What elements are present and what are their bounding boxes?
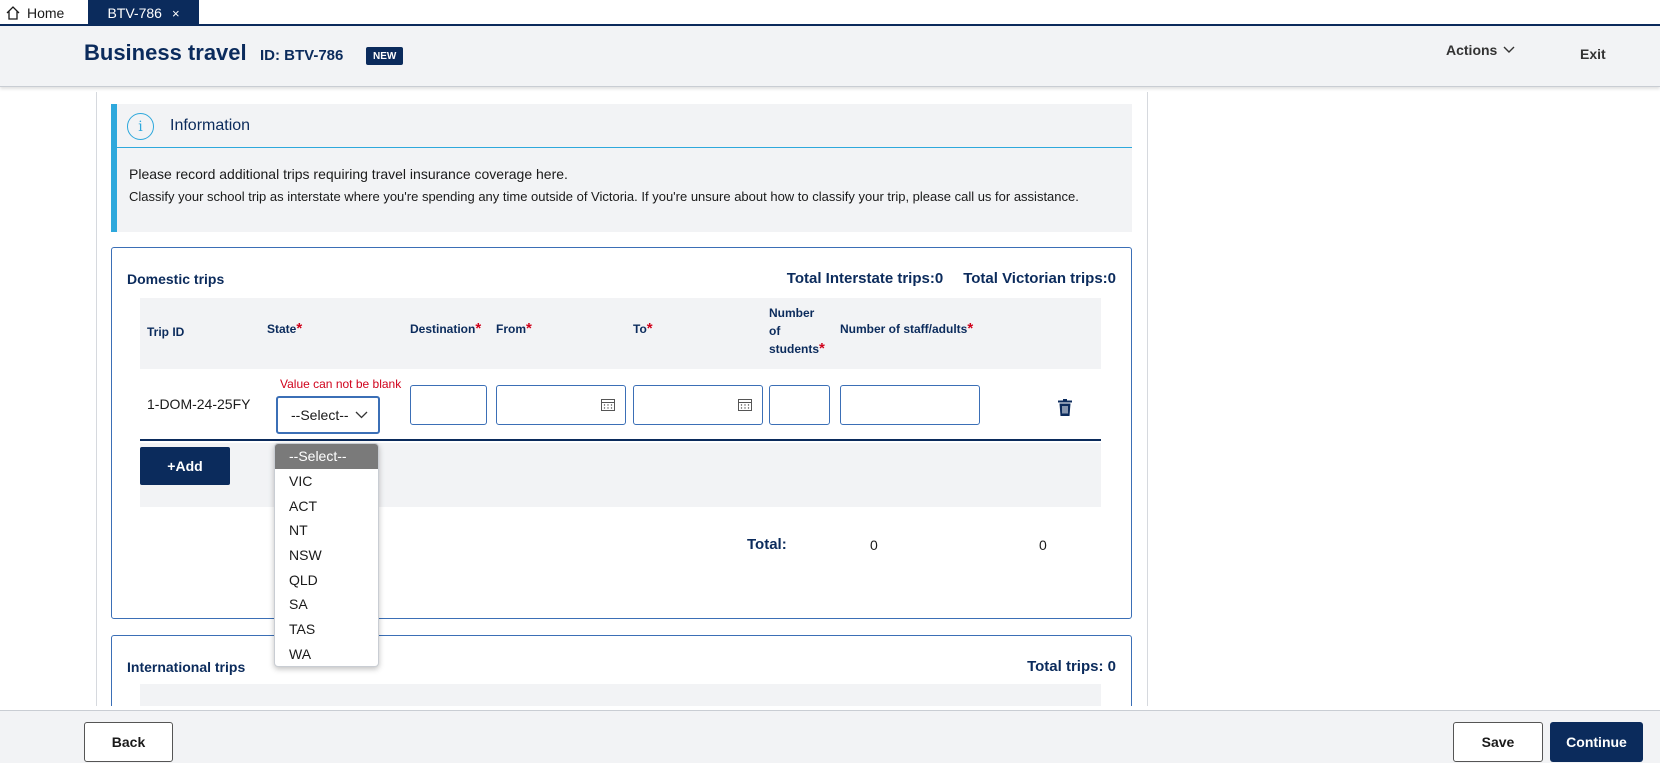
column-to: To* bbox=[633, 320, 653, 337]
page-header: Business travel ID: BTV-786 NEW Actions … bbox=[0, 26, 1660, 87]
continue-button[interactable]: Continue bbox=[1550, 722, 1643, 762]
information-title: Information bbox=[170, 117, 251, 134]
total-staff: 0 bbox=[1039, 537, 1047, 553]
total-interstate: Total Interstate trips:0 bbox=[786, 270, 944, 287]
actions-label: Actions bbox=[1446, 42, 1498, 58]
info-icon: i bbox=[127, 113, 154, 140]
exit-button[interactable]: Exit bbox=[1580, 46, 1606, 62]
staff-input[interactable] bbox=[840, 385, 980, 425]
tab-btv-786-label: BTV-786 bbox=[107, 5, 162, 21]
total-victorian: Total Victorian trips:0 bbox=[963, 270, 1116, 287]
trash-icon[interactable] bbox=[1058, 399, 1072, 416]
tab-home[interactable]: Home bbox=[5, 2, 64, 24]
calendar-icon[interactable] bbox=[601, 398, 615, 411]
total-students: 0 bbox=[870, 537, 878, 553]
international-totals: Total trips: 0 bbox=[1027, 658, 1116, 675]
column-number-of-students: Number of students* bbox=[769, 306, 825, 357]
back-button[interactable]: Back bbox=[84, 722, 173, 762]
record-id: ID: BTV-786 bbox=[260, 47, 344, 64]
footer-bar: Back Save Continue bbox=[0, 710, 1660, 763]
state-dropdown-list[interactable]: --Select-- VIC ACT NT NSW QLD SA TAS WA bbox=[274, 443, 379, 667]
column-number-of-staff: Number of staff/adults* bbox=[840, 320, 974, 337]
tab-btv-786[interactable]: BTV-786 × bbox=[88, 0, 199, 26]
save-button[interactable]: Save bbox=[1453, 722, 1543, 762]
from-date-input[interactable] bbox=[496, 385, 626, 425]
state-option[interactable]: WA bbox=[275, 642, 378, 667]
state-option[interactable]: SA bbox=[275, 592, 378, 617]
status-badge: NEW bbox=[366, 47, 404, 65]
state-option[interactable]: NT bbox=[275, 518, 378, 543]
column-state: State* bbox=[267, 320, 303, 337]
information-text-2: Classify your school trip as interstate … bbox=[129, 189, 1079, 204]
actions-menu[interactable]: Actions bbox=[1446, 42, 1515, 58]
state-error-message: Value can not be blank bbox=[280, 377, 402, 391]
home-icon bbox=[6, 6, 20, 20]
main-content[interactable]: i Information Please record additional t… bbox=[96, 92, 1148, 706]
international-trips-section: International trips Total trips: 0 bbox=[111, 635, 1132, 706]
information-text-1: Please record additional trips requiring… bbox=[129, 166, 568, 182]
state-select[interactable]: --Select-- bbox=[276, 396, 380, 434]
domestic-trips-section: Domestic trips Total Interstate trips:0 … bbox=[111, 247, 1132, 619]
tab-bar: Home BTV-786 × bbox=[0, 0, 1660, 26]
calendar-icon[interactable] bbox=[738, 398, 752, 411]
total-international: Total trips: 0 bbox=[1027, 658, 1116, 675]
information-panel: i Information Please record additional t… bbox=[111, 104, 1132, 232]
total-label: Total: bbox=[747, 536, 787, 553]
state-option[interactable]: NSW bbox=[275, 543, 378, 568]
domestic-totals: Total Interstate trips:0 Total Victorian… bbox=[787, 270, 1116, 287]
add-trip-button[interactable]: +Add bbox=[140, 447, 230, 485]
state-option[interactable]: TAS bbox=[275, 617, 378, 642]
students-input[interactable] bbox=[769, 385, 830, 425]
state-option[interactable]: VIC bbox=[275, 469, 378, 494]
column-destination: Destination* bbox=[410, 320, 482, 337]
to-date-input[interactable] bbox=[633, 385, 763, 425]
information-header: i Information bbox=[117, 104, 1132, 148]
destination-input[interactable] bbox=[410, 385, 487, 425]
table-row: 1-DOM-24-25FY Value can not be blank --S… bbox=[140, 369, 1101, 441]
state-option[interactable]: --Select-- bbox=[275, 444, 378, 469]
state-option[interactable]: QLD bbox=[275, 567, 378, 592]
column-trip-id: Trip ID bbox=[147, 325, 185, 339]
column-from: From* bbox=[496, 320, 532, 337]
page-title: Business travel bbox=[84, 40, 247, 65]
international-trips-title: International trips bbox=[127, 659, 246, 675]
close-icon[interactable]: × bbox=[172, 6, 180, 21]
domestic-trips-title: Domestic trips bbox=[127, 271, 225, 287]
chevron-down-icon bbox=[1503, 46, 1515, 53]
state-select-value: --Select-- bbox=[291, 407, 349, 423]
tab-home-label: Home bbox=[27, 5, 65, 21]
chevron-down-icon bbox=[355, 411, 368, 419]
state-option[interactable]: ACT bbox=[275, 493, 378, 518]
domestic-table-header: Trip ID State* Destination* From* To* Nu… bbox=[140, 298, 1101, 369]
international-table-header bbox=[140, 684, 1101, 706]
trip-id-value: 1-DOM-24-25FY bbox=[147, 396, 251, 412]
